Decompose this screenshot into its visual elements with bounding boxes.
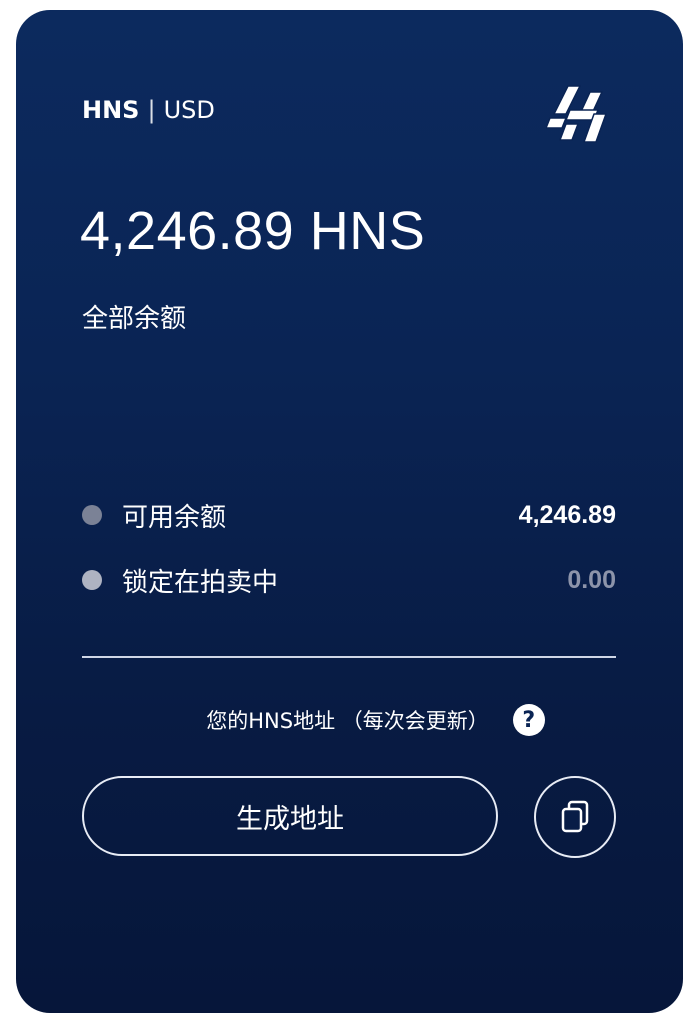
locked-balance-row: 锁定在拍卖中 0.00 [82,560,616,600]
currency-option-hns[interactable]: HNS [82,96,139,124]
copy-address-button[interactable] [534,776,616,858]
currency-option-usd[interactable]: USD [164,96,215,124]
total-balance-label: 全部余额 [82,304,187,334]
handshake-logo-icon [545,78,618,150]
available-balance-value: 4,246.89 [518,500,616,529]
locked-balance-label: 锁定在拍卖中 [122,567,279,598]
currency-separator: | [147,96,156,124]
locked-dot-icon [82,570,102,590]
currency-toggle[interactable]: HNS | USD [82,96,215,124]
generate-address-button[interactable]: 生成地址 [82,776,498,856]
question-circle-icon[interactable]: ? [512,704,545,736]
wallet-balance-card: HNS | USD 4,246.89 HNS 全部余额 可用余额 4,246.8… [16,10,683,1013]
available-balance-row: 可用余额 4,246.89 [82,495,616,535]
locked-balance-value: 0.00 [567,565,616,594]
total-balance-amount: 4,246.89 HNS [80,201,426,261]
address-label: 您的HNS地址 （每次会更新） [206,709,489,733]
address-info-line: 您的HNS地址 （每次会更新） ? [16,704,683,736]
available-balance-label: 可用余额 [122,502,227,533]
available-dot-icon [82,505,102,525]
divider [82,656,616,658]
copy-icon [561,800,589,833]
